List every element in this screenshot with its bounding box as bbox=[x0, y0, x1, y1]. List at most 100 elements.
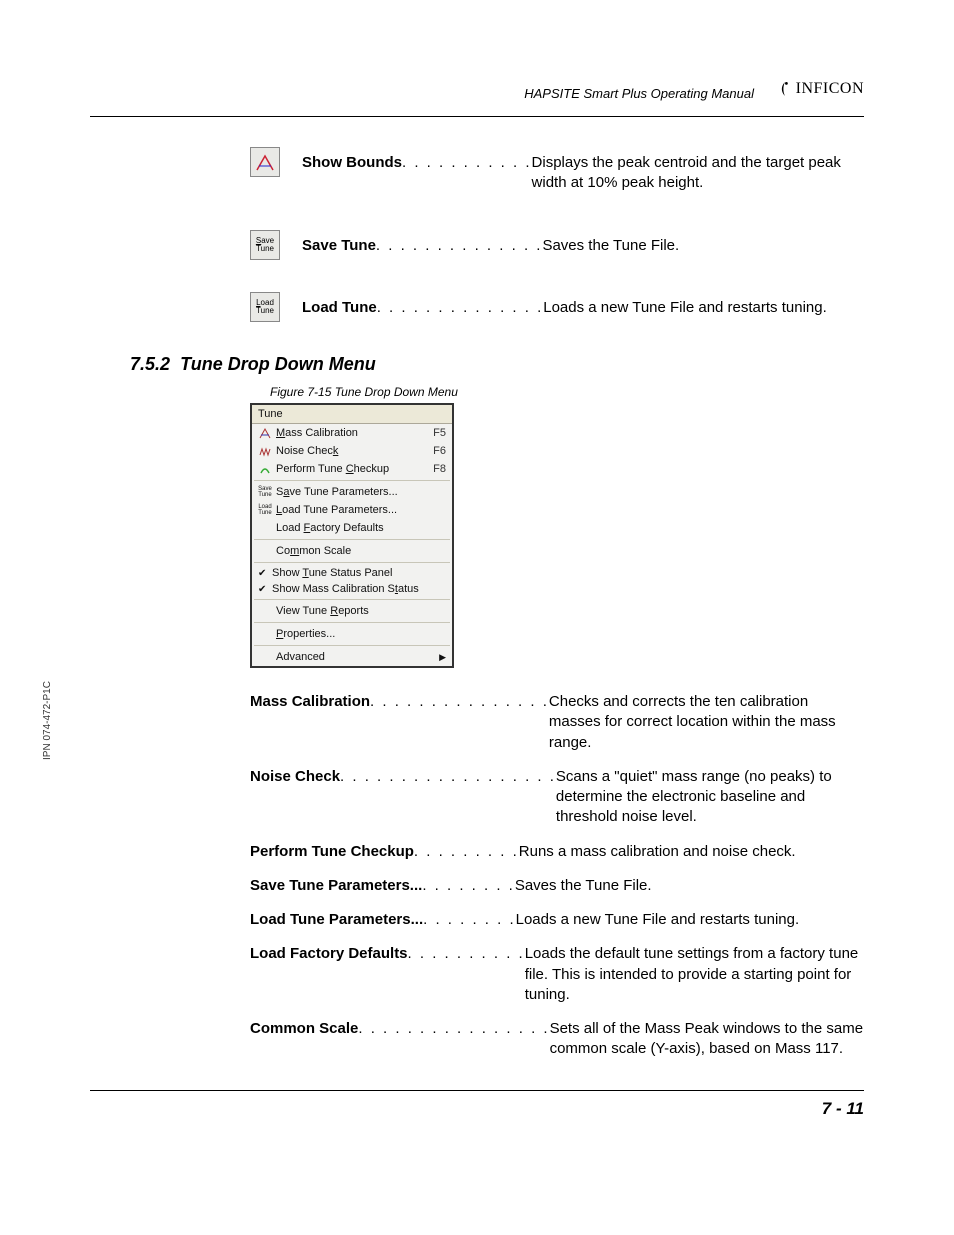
menu-item-label: Mass Calibration bbox=[276, 427, 429, 439]
def-description: Scans a "quiet" mass range (no peaks) to… bbox=[556, 767, 864, 828]
def-label: Show Bounds bbox=[302, 154, 402, 171]
menu-item[interactable]: Common Scale bbox=[252, 542, 452, 560]
tune-icon bbox=[258, 462, 272, 476]
menu-item[interactable]: ✔ Show Mass Calibration Status bbox=[252, 581, 452, 597]
def-description: Sets all of the Mass Peak windows to the… bbox=[550, 1019, 864, 1060]
menu-title: Tune bbox=[252, 405, 452, 424]
brand-logo: INFICON bbox=[778, 80, 864, 98]
def-description: Runs a mass calibration and noise check. bbox=[519, 842, 864, 862]
menu-separator bbox=[254, 480, 450, 481]
def-label: Load Tune bbox=[302, 299, 377, 316]
def-description: Checks and corrects the ten calibration … bbox=[549, 692, 864, 753]
section-heading: 7.5.2 Tune Drop Down Menu bbox=[130, 354, 864, 375]
menu-item-label: Load Factory Defaults bbox=[276, 522, 446, 534]
definition-row: Load Tune Parameters... . . . . . . . . … bbox=[250, 910, 864, 930]
page-header: HAPSITE Smart Plus Operating Manual INFI… bbox=[90, 80, 864, 110]
definition-row: Common Scale . . . . . . . . . . . . . .… bbox=[250, 1019, 864, 1060]
save-tune-icon: SaveTune bbox=[250, 230, 280, 260]
menu-item-label: Perform Tune Checkup bbox=[276, 463, 429, 475]
menu-shortcut: F8 bbox=[433, 463, 446, 475]
menu-item[interactable]: LoadTune Load Tune Parameters... bbox=[252, 501, 452, 519]
menu-definitions: Mass Calibration. . . . . . . . . . . . … bbox=[250, 692, 864, 1060]
noise-icon bbox=[258, 444, 272, 458]
menu-item[interactable]: Mass Calibration F5 bbox=[252, 424, 452, 442]
def-description: Saves the Tune File. bbox=[515, 876, 864, 896]
menu-item[interactable]: Noise Check F6 bbox=[252, 442, 452, 460]
leader-dots: . . . . . . . . . . bbox=[408, 944, 525, 964]
header-rule bbox=[90, 116, 864, 117]
icon-def-row: LoadTune Load Tune . . . . . . . . . . .… bbox=[250, 292, 864, 332]
menu-separator bbox=[254, 599, 450, 600]
menu-separator bbox=[254, 562, 450, 563]
menu-item-label: Show Tune Status Panel bbox=[272, 567, 446, 579]
def-description: Loads the default tune settings from a f… bbox=[525, 944, 864, 1005]
def-label: Load Factory Defaults bbox=[250, 945, 408, 962]
def-label: Save Tune bbox=[302, 237, 376, 254]
menu-shortcut: F6 bbox=[433, 445, 446, 457]
menu-item[interactable]: View Tune Reports bbox=[252, 602, 452, 620]
def-label: Noise Check bbox=[250, 768, 340, 785]
def-label: Perform Tune Checkup bbox=[250, 843, 414, 860]
icon-def-row: Show Bounds . . . . . . . . . . . Displa… bbox=[250, 147, 864, 208]
page-number: 7 - 11 bbox=[90, 1099, 864, 1119]
ipn-side-text: IPN 074-472-P1C bbox=[42, 681, 53, 760]
cal-icon bbox=[258, 426, 272, 440]
tune-dropdown-menu: Tune Mass Calibration F5 Noise Check F6 Perf… bbox=[250, 403, 454, 668]
load-tune-icon: LoadTune bbox=[250, 292, 280, 322]
menu-separator bbox=[254, 539, 450, 540]
save-icon: SaveTune bbox=[258, 485, 272, 499]
check-icon: ✔ bbox=[258, 584, 268, 595]
menu-item[interactable]: Advanced ▶ bbox=[252, 648, 452, 666]
leader-dots: . . . . . . . . . bbox=[414, 842, 519, 862]
logo-swoosh-icon bbox=[778, 80, 792, 98]
definition-row: Save Tune Parameters... . . . . . . . . … bbox=[250, 876, 864, 896]
def-label: Common Scale bbox=[250, 1020, 358, 1037]
def-description: Loads a new Tune File and restarts tunin… bbox=[543, 298, 864, 318]
show-bounds-icon bbox=[250, 147, 280, 177]
leader-dots: . . . . . . . . . . . . . . . bbox=[370, 692, 549, 712]
menu-item-label: Noise Check bbox=[276, 445, 429, 457]
leader-dots: . . . . . . . . . . . . . . . . . . bbox=[340, 767, 556, 787]
load-icon: LoadTune bbox=[258, 503, 272, 517]
leader-dots: . . . . . . . . bbox=[423, 910, 516, 930]
def-description: Displays the peak centroid and the targe… bbox=[532, 153, 864, 194]
menu-item[interactable]: ✔ Show Tune Status Panel bbox=[252, 565, 452, 581]
icon-def-row: SaveTune Save Tune . . . . . . . . . . .… bbox=[250, 230, 864, 270]
menu-item-label: Properties... bbox=[276, 628, 446, 640]
section-title: Tune Drop Down Menu bbox=[180, 354, 376, 374]
menu-separator bbox=[254, 645, 450, 646]
menu-item-label: Common Scale bbox=[276, 545, 446, 557]
figure-caption: Figure 7-15 Tune Drop Down Menu bbox=[270, 385, 864, 399]
menu-item-label: Load Tune Parameters... bbox=[276, 504, 446, 516]
menu-item[interactable]: Properties... bbox=[252, 625, 452, 643]
section-number: 7.5.2 bbox=[130, 354, 170, 374]
footer-rule bbox=[90, 1090, 864, 1091]
def-label: Load Tune Parameters... bbox=[250, 911, 423, 928]
leader-dots: . . . . . . . . bbox=[422, 876, 515, 896]
menu-item[interactable]: SaveTune Save Tune Parameters... bbox=[252, 483, 452, 501]
menu-item[interactable]: Load Factory Defaults bbox=[252, 519, 452, 537]
menu-item-label: Advanced bbox=[276, 651, 435, 663]
leader-dots: . . . . . . . . . . . bbox=[402, 153, 532, 173]
menu-item[interactable]: Perform Tune Checkup F8 bbox=[252, 460, 452, 478]
manual-title: HAPSITE Smart Plus Operating Manual bbox=[524, 86, 754, 101]
leader-dots: . . . . . . . . . . . . . . . . bbox=[358, 1019, 549, 1039]
leader-dots: . . . . . . . . . . . . . . bbox=[377, 298, 544, 318]
submenu-arrow-icon: ▶ bbox=[439, 652, 446, 663]
menu-item-label: Show Mass Calibration Status bbox=[272, 583, 446, 595]
definition-row: Mass Calibration. . . . . . . . . . . . … bbox=[250, 692, 864, 753]
definition-row: Noise Check . . . . . . . . . . . . . . … bbox=[250, 767, 864, 828]
icon-definitions: Show Bounds . . . . . . . . . . . Displa… bbox=[90, 147, 864, 332]
menu-separator bbox=[254, 622, 450, 623]
def-label: Save Tune Parameters... bbox=[250, 877, 422, 894]
menu-item-label: Save Tune Parameters... bbox=[276, 486, 446, 498]
brand-name: INFICON bbox=[796, 80, 864, 98]
menu-shortcut: F5 bbox=[433, 427, 446, 439]
definition-row: Load Factory Defaults . . . . . . . . . … bbox=[250, 944, 864, 1005]
def-description: Saves the Tune File. bbox=[542, 236, 864, 256]
leader-dots: . . . . . . . . . . . . . . bbox=[376, 236, 543, 256]
definition-row: Perform Tune Checkup . . . . . . . . . R… bbox=[250, 842, 864, 862]
check-icon: ✔ bbox=[258, 568, 268, 579]
def-label: Mass Calibration bbox=[250, 693, 370, 710]
def-description: Loads a new Tune File and restarts tunin… bbox=[516, 910, 864, 930]
